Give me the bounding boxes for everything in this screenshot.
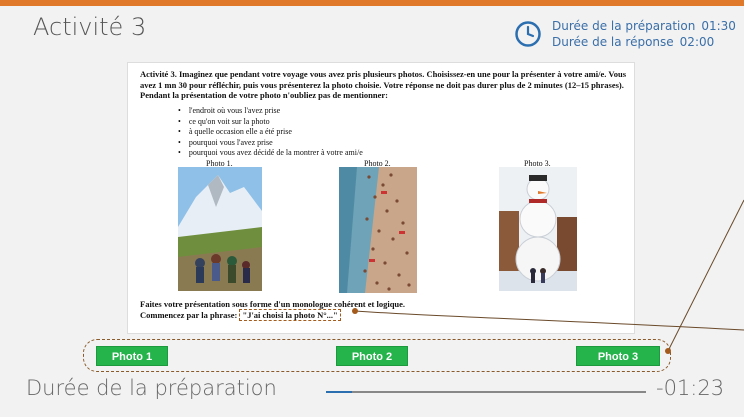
photo-1-button[interactable]: Photo 1	[96, 346, 168, 366]
photo-2-button[interactable]: Photo 2	[336, 346, 408, 366]
prep-progress-track	[326, 390, 646, 393]
prep-progress-fill	[326, 390, 352, 393]
prep-countdown: -01:23	[656, 376, 725, 400]
prep-timer-label: Durée de la préparation	[26, 376, 277, 400]
photo-3-button[interactable]: Photo 3	[576, 346, 660, 366]
